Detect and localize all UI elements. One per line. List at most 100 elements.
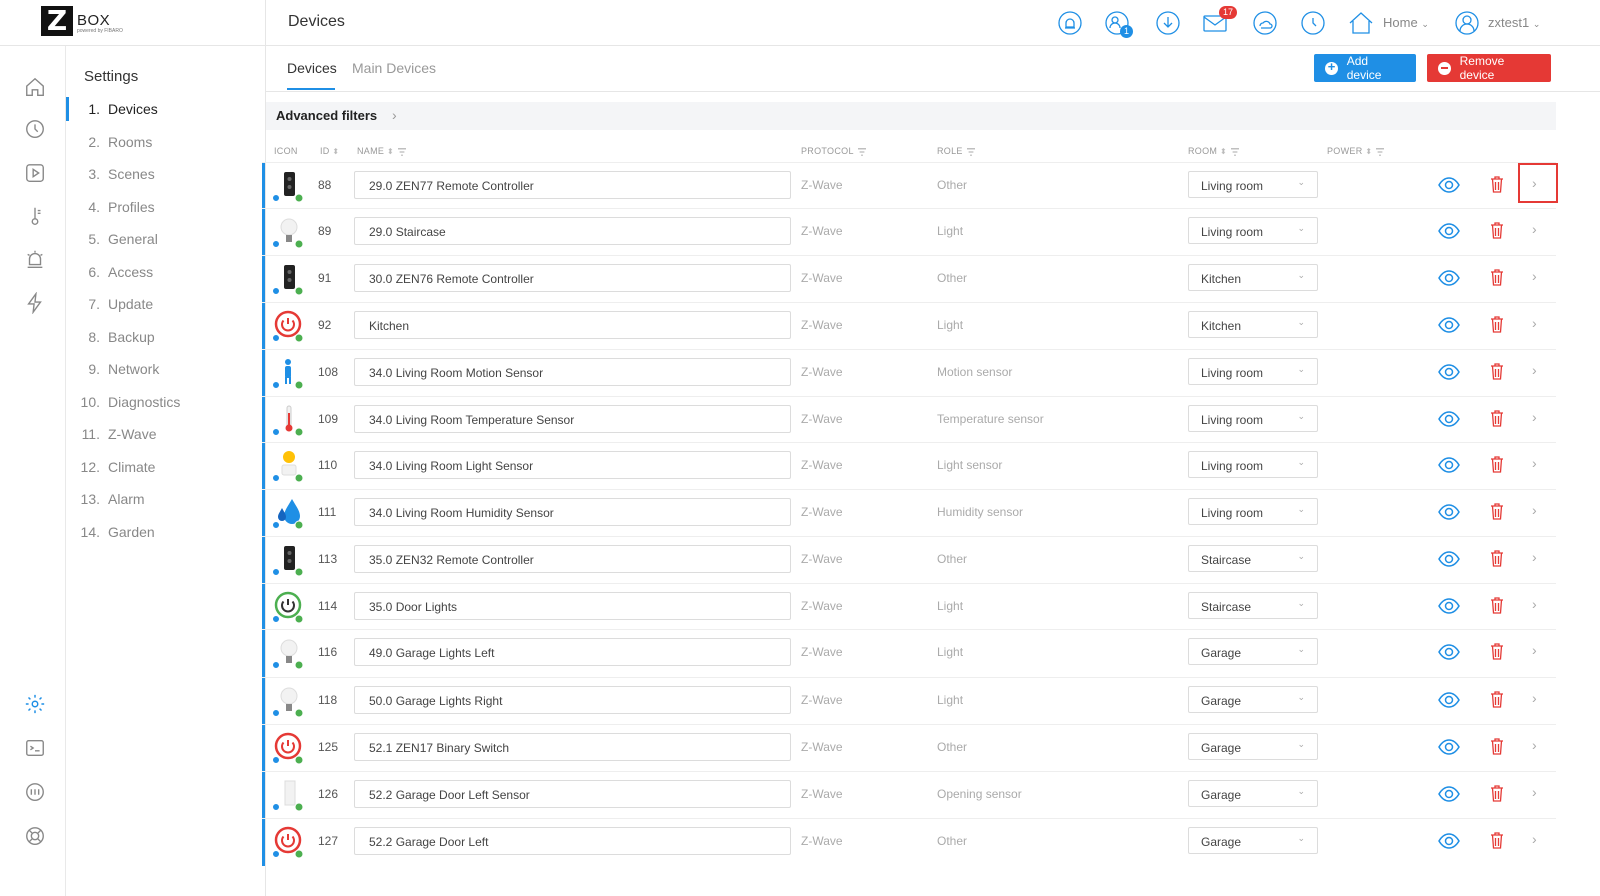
chevron-right-icon[interactable]: › (1532, 642, 1537, 658)
col-id[interactable]: ID ⬍ (320, 146, 339, 156)
menu-item-rooms[interactable]: 2. Rooms (66, 127, 265, 157)
settings-gear-icon[interactable] (22, 691, 48, 717)
table-row[interactable]: 109 34.0 Living Room Temperature Sensor Z-… (262, 396, 1556, 444)
chevron-right-icon[interactable]: › (1532, 737, 1537, 753)
chevron-right-icon[interactable]: › (1532, 549, 1537, 565)
play-icon[interactable] (22, 160, 48, 186)
alarm-icon[interactable] (22, 246, 48, 272)
tab-devices[interactable]: Devices (287, 60, 337, 76)
terminal-icon[interactable] (22, 735, 48, 761)
menu-item-climate[interactable]: 12. Climate (66, 452, 265, 482)
room-select[interactable]: Living room ⌄ (1188, 498, 1318, 525)
table-row[interactable]: 89 29.0 Staircase Z-Wave Light Living room ⌄ › (262, 208, 1556, 256)
device-name-field[interactable]: 29.0 Staircase (354, 217, 791, 245)
room-select[interactable]: Living room ⌄ (1188, 171, 1318, 198)
filter-icon[interactable] (857, 147, 866, 156)
room-select[interactable]: Staircase ⌄ (1188, 592, 1318, 619)
table-row[interactable]: 108 34.0 Living Room Motion Sensor Z-Wave M… (262, 349, 1556, 397)
download-icon[interactable] (1155, 10, 1181, 36)
eye-icon[interactable] (1438, 316, 1460, 334)
eye-icon[interactable] (1438, 176, 1460, 194)
eye-icon[interactable] (1438, 269, 1460, 287)
eye-icon[interactable] (1438, 785, 1460, 803)
chevron-right-icon[interactable]: › (1532, 690, 1537, 706)
table-row[interactable]: 114 35.0 Door Lights Z-Wave Light Staircase ⌄… (262, 583, 1556, 631)
menu-item-profiles[interactable]: 4. Profiles (66, 192, 265, 222)
room-select[interactable]: Kitchen ⌄ (1188, 311, 1318, 338)
chevron-right-icon[interactable]: › (1532, 596, 1537, 612)
table-row[interactable]: 110 34.0 Living Room Light Sensor Z-Wave Li… (262, 442, 1556, 490)
chevron-right-icon[interactable]: › (1532, 221, 1537, 237)
table-row[interactable]: 126 52.2 Garage Door Left Sensor Z-Wave Ope… (262, 771, 1556, 819)
device-name-field[interactable]: 52.2 Garage Door Left Sensor (354, 780, 791, 808)
eye-icon[interactable] (1438, 738, 1460, 756)
trash-icon[interactable] (1490, 268, 1504, 286)
energy-icon[interactable] (22, 290, 48, 316)
room-select[interactable]: Garage ⌄ (1188, 733, 1318, 760)
trash-icon[interactable] (1490, 596, 1504, 614)
col-room[interactable]: ROOM ⬍ (1188, 146, 1240, 156)
history-icon[interactable] (1300, 10, 1326, 36)
add-device-button[interactable]: Add device (1314, 54, 1416, 82)
room-select[interactable]: Living room ⌄ (1188, 451, 1318, 478)
device-name-field[interactable]: Kitchen (354, 311, 791, 339)
trash-icon[interactable] (1490, 690, 1504, 708)
device-name-field[interactable]: 52.1 ZEN17 Binary Switch (354, 733, 791, 761)
table-row[interactable]: 92 Kitchen Z-Wave Light Kitchen ⌄ › (262, 302, 1556, 350)
table-row[interactable]: 88 29.0 ZEN77 Remote Controller Z-Wave Othe… (262, 162, 1556, 210)
mail-icon[interactable]: 17 (1202, 6, 1238, 36)
home-selector[interactable]: Home ⌄ (1383, 15, 1429, 30)
eye-icon[interactable] (1438, 222, 1460, 240)
user-avatar-icon[interactable] (1454, 10, 1480, 36)
chevron-right-icon[interactable]: › (1532, 502, 1537, 518)
chevron-right-icon[interactable]: › (1532, 362, 1537, 378)
device-name-field[interactable]: 49.0 Garage Lights Left (354, 638, 791, 666)
col-name[interactable]: NAME ⬍ (357, 146, 407, 156)
trash-icon[interactable] (1490, 175, 1504, 193)
trash-icon[interactable] (1490, 784, 1504, 802)
eye-icon[interactable] (1438, 456, 1460, 474)
room-select[interactable]: Living room ⌄ (1188, 217, 1318, 244)
table-row[interactable]: 111 34.0 Living Room Humidity Sensor Z-Wav… (262, 489, 1556, 537)
clock-icon[interactable] (22, 116, 48, 142)
device-name-field[interactable]: 34.0 Living Room Humidity Sensor (354, 498, 791, 526)
menu-item-access[interactable]: 6. Access (66, 257, 265, 287)
home-icon[interactable] (22, 74, 48, 100)
eye-icon[interactable] (1438, 597, 1460, 615)
room-select[interactable]: Garage ⌄ (1188, 827, 1318, 854)
device-name-field[interactable]: 34.0 Living Room Temperature Sensor (354, 405, 791, 433)
menu-item-devices[interactable]: 1. Devices (66, 94, 265, 124)
menu-item-update[interactable]: 7. Update (66, 289, 265, 319)
room-select[interactable]: Garage ⌄ (1188, 686, 1318, 713)
table-row[interactable]: 113 35.0 ZEN32 Remote Controller Z-Wave Oth… (262, 536, 1556, 584)
device-name-field[interactable]: 35.0 Door Lights (354, 592, 791, 620)
menu-item-garden[interactable]: 14. Garden (66, 517, 265, 547)
eye-icon[interactable] (1438, 691, 1460, 709)
eye-icon[interactable] (1438, 832, 1460, 850)
menu-item-z-wave[interactable]: 11. Z-Wave (66, 419, 265, 449)
network-icon[interactable] (22, 779, 48, 805)
trash-icon[interactable] (1490, 502, 1504, 520)
chevron-right-icon[interactable]: › (1532, 455, 1537, 471)
menu-item-alarm[interactable]: 13. Alarm (66, 484, 265, 514)
chevron-right-icon[interactable]: › (1532, 831, 1537, 847)
trash-icon[interactable] (1490, 737, 1504, 755)
filter-icon[interactable] (1231, 147, 1240, 156)
menu-item-network[interactable]: 9. Network (66, 354, 265, 384)
logo[interactable]: Z (41, 6, 73, 36)
trash-icon[interactable] (1490, 549, 1504, 567)
trash-icon[interactable] (1490, 455, 1504, 473)
table-row[interactable]: 127 52.2 Garage Door Left Z-Wave Other Garag… (262, 818, 1556, 866)
table-row[interactable]: 125 52.1 ZEN17 Binary Switch Z-Wave Other Ga… (262, 724, 1556, 772)
device-name-field[interactable]: 34.0 Living Room Light Sensor (354, 451, 791, 479)
thermometer-icon[interactable] (22, 203, 48, 229)
room-select[interactable]: Garage ⌄ (1188, 638, 1318, 665)
user-menu[interactable]: zxtest1 ⌄ (1488, 15, 1540, 30)
device-name-field[interactable]: 34.0 Living Room Motion Sensor (354, 358, 791, 386)
trash-icon[interactable] (1490, 642, 1504, 660)
alarm-header-icon[interactable] (1057, 10, 1083, 36)
menu-item-diagnostics[interactable]: 10. Diagnostics (66, 387, 265, 417)
tab-main-devices[interactable]: Main Devices (352, 60, 436, 76)
eye-icon[interactable] (1438, 643, 1460, 661)
menu-item-backup[interactable]: 8. Backup (66, 322, 265, 352)
